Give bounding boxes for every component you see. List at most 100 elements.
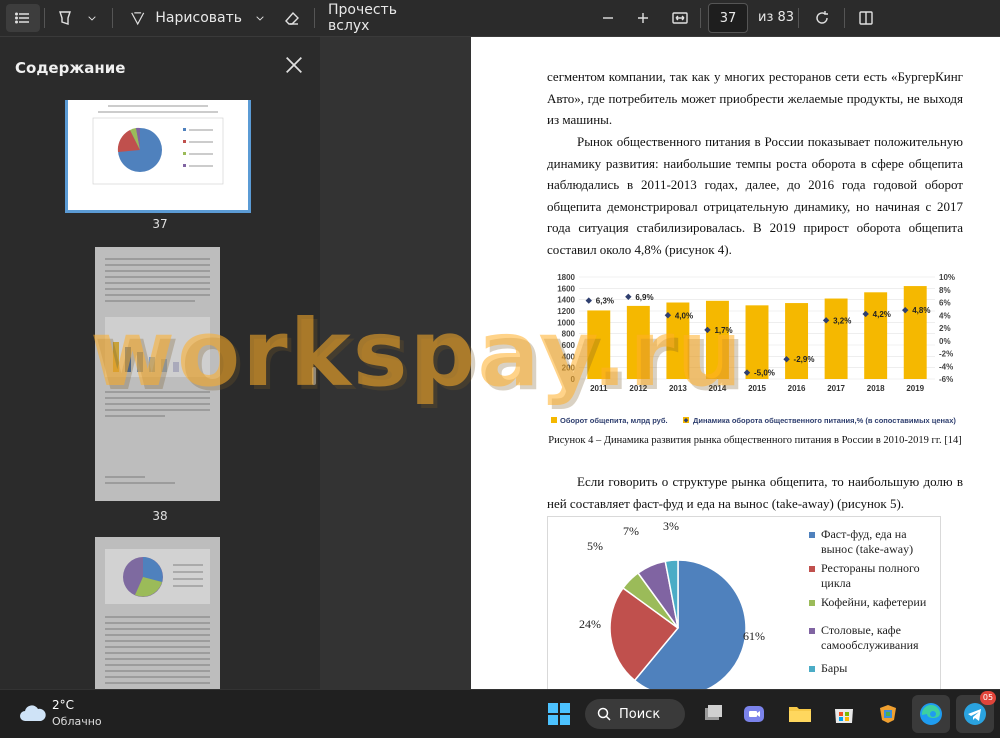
task-view-button[interactable]: [697, 698, 729, 730]
weather-widget[interactable]: 2°C Облачно: [12, 695, 112, 735]
pie-value-label: 24%: [579, 617, 601, 631]
telegram-unread-badge: 05: [980, 691, 996, 705]
legend-label: Рестораны полного цикла: [821, 561, 920, 590]
document-gutter: [320, 37, 471, 689]
thumbnail-label-37: 37: [152, 217, 168, 231]
paragraph-3: Если говорить о структуре рынка общепита…: [547, 474, 963, 511]
y-left-tick-label: 200: [562, 364, 576, 373]
read-aloud-button[interactable]: Прочесть вслух: [328, 2, 438, 34]
highlight-button[interactable]: [52, 4, 78, 32]
bar: [626, 305, 650, 379]
rotate-icon: [816, 11, 828, 24]
y-right-tick-label: -6%: [939, 375, 953, 384]
folder-icon: [789, 707, 811, 722]
x-tick-label: 2015: [748, 384, 766, 393]
bar: [824, 298, 848, 379]
start-button[interactable]: [546, 701, 574, 729]
legend-swatch: [809, 628, 815, 634]
draw-button[interactable]: Нарисовать: [130, 4, 242, 32]
y-left-tick-label: 400: [562, 352, 576, 361]
list-icon: [15, 12, 29, 24]
bar: [903, 286, 927, 379]
thumbnail-page-37[interactable]: [65, 100, 251, 213]
thumbnail-label-38: 38: [152, 509, 168, 523]
legend-label: Фаст-фуд, еда на вынос (take-away): [821, 527, 913, 556]
point-label: 3,2%: [833, 316, 851, 325]
bar: [864, 292, 888, 379]
video-chat-icon: [744, 706, 764, 722]
eraser-button[interactable]: [278, 4, 306, 32]
chevron-down-icon: [256, 16, 264, 21]
page-number-input[interactable]: [708, 3, 748, 33]
draw-dropdown-button[interactable]: [250, 4, 270, 32]
y-right-tick-label: 0%: [939, 337, 951, 346]
thumbnail-page-38[interactable]: [95, 247, 220, 501]
point-label: 4,0%: [675, 311, 693, 320]
legend-label: Динамика оборота общественного питания,%…: [693, 416, 956, 425]
y-right-tick-label: 10%: [939, 273, 955, 282]
figure-4-caption: Рисунок 4 – Динамика развития рынка обще…: [548, 435, 962, 446]
sidebar-close-button[interactable]: [283, 54, 305, 76]
pdf-reader-window: Нарисовать Прочесть вслух из 83: [0, 0, 1000, 738]
pie-value-label: 7%: [623, 524, 639, 538]
legend-label: Оборот общепита, млрд руб.: [560, 416, 668, 425]
draw-label: Нарисовать: [155, 10, 242, 26]
sidebar-resize-handle[interactable]: [312, 367, 316, 385]
x-tick-label: 2014: [709, 384, 727, 393]
x-tick-label: 2013: [669, 384, 687, 393]
y-left-tick-label: 0: [571, 375, 576, 384]
search-label: Поиск: [619, 706, 661, 722]
edge-icon: [920, 703, 942, 725]
contents-toggle-button[interactable]: [6, 4, 40, 32]
taskbar-search-button[interactable]: Поиск: [585, 699, 685, 729]
legend-label: Столовые, кафе самообслуживания: [821, 623, 919, 652]
y-right-tick-label: -2%: [939, 350, 953, 359]
pen-icon: [131, 12, 145, 26]
document-page: сегментом компании, так как у многих рес…: [471, 37, 1000, 689]
eraser-icon: [285, 11, 299, 25]
chevron-down-icon: [88, 16, 96, 21]
y-right-tick-label: 6%: [939, 299, 951, 308]
x-tick-label: 2019: [906, 384, 924, 393]
y-right-tick-label: 8%: [939, 286, 951, 295]
fit-width-button[interactable]: [666, 4, 694, 32]
highlight-dropdown-button[interactable]: [82, 4, 102, 32]
thumbnail-37-content: [92, 105, 224, 185]
y-right-tick-label: 2%: [939, 324, 951, 333]
file-explorer-button[interactable]: [784, 698, 816, 730]
y-left-tick-label: 1800: [557, 273, 575, 282]
edge-browser-button[interactable]: [912, 695, 950, 733]
point-label: -5,0%: [754, 369, 775, 378]
page-view-button[interactable]: [852, 4, 880, 32]
y-right-tick-label: -4%: [939, 362, 953, 371]
market-structure-pie-chart: 61% 24% 5% 7% 3% Фаст-фуд, еда на вынос (take-…: [547, 516, 941, 689]
x-tick-label: 2016: [788, 384, 806, 393]
pinned-app-button[interactable]: [872, 698, 904, 730]
y-left-tick-label: 1200: [557, 307, 575, 316]
teams-app-button[interactable]: [738, 698, 770, 730]
weather-temperature: 2°C: [52, 698, 75, 712]
store-app-button[interactable]: [828, 698, 860, 730]
legend-swatch: [551, 417, 557, 423]
thumbnail-38-content: [105, 258, 210, 484]
pie-value-label: 5%: [587, 539, 603, 553]
sidebar-title: Содержание: [15, 59, 126, 77]
y-left-tick-label: 1000: [557, 318, 575, 327]
telegram-app-button[interactable]: 05: [956, 691, 996, 733]
x-tick-label: 2017: [827, 384, 845, 393]
task-view-icon: [705, 705, 722, 720]
windows-logo-icon: [548, 703, 570, 725]
legend-label: Кофейни, кафетерии: [821, 595, 927, 609]
zoom-out-button[interactable]: [595, 4, 621, 32]
book-view-icon: [859, 11, 873, 25]
zoom-in-button[interactable]: [630, 4, 656, 32]
taskbar: 2°C Облачно Поиск 05: [0, 689, 1000, 738]
point-label: 1,7%: [714, 326, 732, 335]
pie-value-label: 61%: [743, 629, 765, 643]
y-left-tick-label: 1600: [557, 284, 575, 293]
colorful-app-icon: [880, 705, 896, 723]
rotate-button[interactable]: [808, 4, 836, 32]
weather-description: Облачно: [52, 715, 102, 728]
thumbnail-39-content: [105, 549, 210, 684]
thumbnail-page-39[interactable]: [95, 537, 220, 689]
